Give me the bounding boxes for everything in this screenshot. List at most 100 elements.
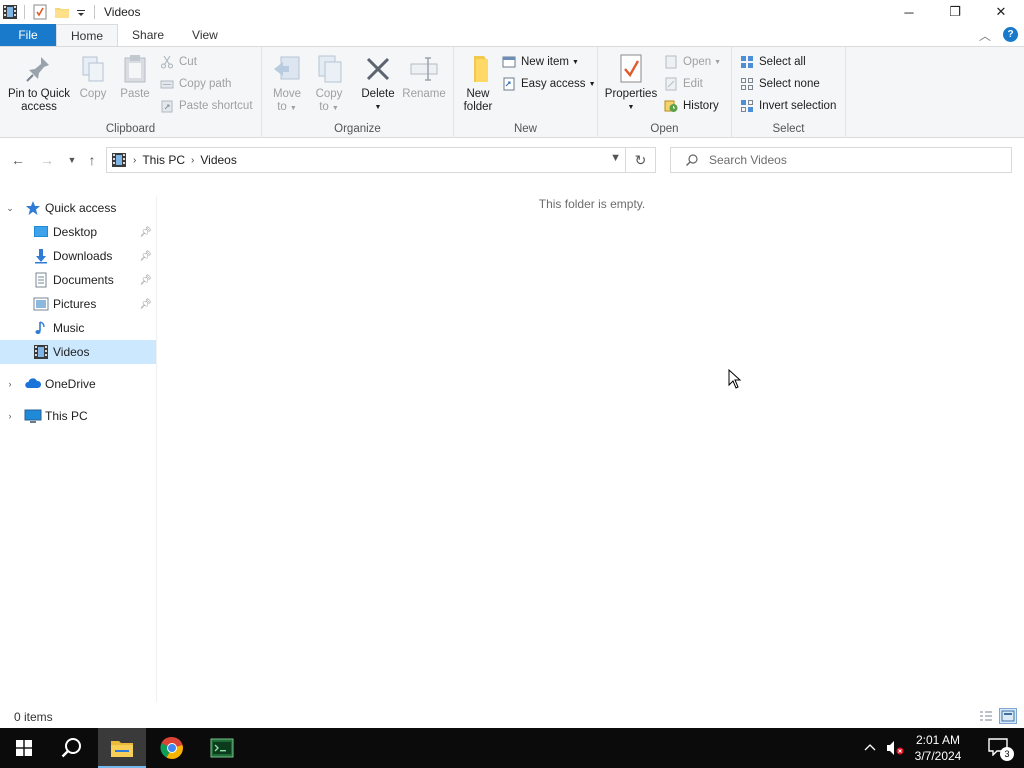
invert-selection-icon xyxy=(740,99,754,113)
easy-access-button[interactable]: Easy access ▼ xyxy=(502,74,596,94)
pin-icon[interactable]: 📌︎ xyxy=(139,251,152,262)
nav-item-desktop[interactable]: Desktop 📌︎ xyxy=(0,220,156,244)
back-button[interactable]: ← xyxy=(8,150,28,170)
close-button[interactable]: ✕ xyxy=(978,0,1024,24)
properties-button[interactable]: Properties ▼ xyxy=(604,53,658,114)
pin-icon[interactable]: 📌︎ xyxy=(139,299,152,310)
breadcrumb-this-pc[interactable]: This PC xyxy=(142,153,185,167)
tab-view[interactable]: View xyxy=(178,24,232,46)
arrow-up-icon: ↑ xyxy=(88,152,96,168)
address-dropdown-icon[interactable]: ▼ xyxy=(610,152,621,164)
tab-file[interactable]: File xyxy=(0,24,56,46)
documents-icon xyxy=(33,272,49,288)
details-view-button[interactable] xyxy=(977,708,995,724)
show-hidden-icons-chevron-icon[interactable] xyxy=(864,740,876,759)
delete-button[interactable]: Delete ▼ xyxy=(358,53,398,114)
nav-onedrive[interactable]: › OneDrive xyxy=(0,372,156,396)
copy-button[interactable]: Copy xyxy=(76,53,110,101)
details-view-icon xyxy=(980,711,992,721)
copy-path-button[interactable]: Copy path xyxy=(160,74,231,94)
paste-shortcut-button[interactable]: Paste shortcut xyxy=(160,96,253,116)
pin-to-quick-access-button[interactable]: Pin to Quick access xyxy=(4,53,74,114)
cut-button[interactable]: Cut xyxy=(160,52,197,72)
recent-locations-button[interactable]: ▼ xyxy=(62,150,82,170)
videos-folder-icon[interactable] xyxy=(2,4,18,20)
nav-item-downloads[interactable]: Downloads 📌︎ xyxy=(0,244,156,268)
new-item-button[interactable]: New item ▼ xyxy=(502,52,579,72)
folder-icon xyxy=(462,53,494,85)
restore-icon: ❐ xyxy=(949,4,961,19)
chevron-down-icon[interactable]: ⌄ xyxy=(4,203,16,214)
copy-to-button[interactable]: Copy to ▼ xyxy=(312,53,346,115)
expand-ribbon-icon[interactable]: ︿ xyxy=(979,27,991,44)
chrome-icon xyxy=(160,736,183,759)
breadcrumb-videos[interactable]: Videos xyxy=(200,153,236,167)
chevron-right-icon[interactable]: › xyxy=(4,411,16,421)
nav-item-label: Music xyxy=(53,321,85,335)
pin-label-1: Pin to Quick xyxy=(8,88,70,100)
start-button[interactable] xyxy=(0,728,48,768)
clock-date: 3/7/2024 xyxy=(914,749,962,763)
taskbar-search-button[interactable] xyxy=(48,728,96,768)
invert-selection-button[interactable]: Invert selection xyxy=(740,96,836,116)
search-icon xyxy=(61,738,81,758)
tab-home[interactable]: Home xyxy=(56,24,119,46)
forward-button[interactable]: → xyxy=(37,150,57,170)
windows-logo-icon xyxy=(16,740,32,756)
history-button[interactable]: History xyxy=(664,96,719,116)
nav-item-videos[interactable]: Videos xyxy=(0,340,156,364)
nav-quick-access[interactable]: ⌄ Quick access xyxy=(0,196,156,220)
move-to-button[interactable]: Move to ▼ xyxy=(270,53,304,115)
select-all-label: Select all xyxy=(759,56,806,68)
title-bar: Videos ─ ❐ ✕ xyxy=(0,0,1024,24)
select-all-button[interactable]: Select all xyxy=(740,52,806,72)
nav-item-music[interactable]: Music xyxy=(0,316,156,340)
edit-button[interactable]: Edit xyxy=(664,74,703,94)
new-folder-button[interactable]: New folder xyxy=(460,53,496,114)
chevron-right-icon[interactable]: › xyxy=(191,155,194,166)
customize-qat-icon[interactable] xyxy=(76,4,86,20)
pin-icon[interactable]: 📌︎ xyxy=(139,275,152,286)
select-none-label: Select none xyxy=(759,78,820,90)
rename-button[interactable]: Rename xyxy=(402,53,446,101)
select-none-button[interactable]: Select none xyxy=(740,74,820,94)
taskbar-file-explorer[interactable] xyxy=(98,728,146,768)
nav-item-documents[interactable]: Documents 📌︎ xyxy=(0,268,156,292)
ribbon: Pin to Quick access Copy Paste Cut Copy … xyxy=(0,46,1024,138)
nav-this-pc[interactable]: › This PC xyxy=(0,404,156,428)
volume-muted-icon[interactable] xyxy=(886,740,904,759)
search-box[interactable] xyxy=(670,147,1012,173)
move-to-icon xyxy=(271,53,303,85)
chevron-right-icon[interactable]: › xyxy=(4,379,16,389)
paste-button[interactable]: Paste xyxy=(116,53,154,101)
paste-label: Paste xyxy=(120,88,150,100)
move-to-label-1: Move xyxy=(272,88,302,100)
help-icon[interactable]: ? xyxy=(1003,27,1018,42)
taskbar-terminal-app[interactable] xyxy=(198,728,246,768)
up-button[interactable]: ↑ xyxy=(82,150,102,170)
tab-share[interactable]: Share xyxy=(118,24,178,46)
clock[interactable]: 2:01 AM 3/7/2024 xyxy=(908,732,968,764)
quick-access-toolbar: Videos xyxy=(0,0,140,24)
chevron-down-icon: ▼ xyxy=(289,105,297,112)
chevron-right-icon[interactable]: › xyxy=(133,155,136,166)
large-icons-view-button[interactable] xyxy=(999,708,1017,724)
new-folder-icon[interactable] xyxy=(54,4,70,20)
refresh-button[interactable]: ↻ xyxy=(625,148,655,172)
search-input[interactable] xyxy=(709,153,989,167)
arrow-left-icon: ← xyxy=(11,152,25,168)
navigation-pane: ⌄ Quick access Desktop 📌︎ Downloads 📌︎ D… xyxy=(0,196,156,702)
properties-check-icon[interactable] xyxy=(32,4,48,20)
nav-item-pictures[interactable]: Pictures 📌︎ xyxy=(0,292,156,316)
minimize-icon: ─ xyxy=(904,4,914,20)
action-center-button[interactable]: 3 xyxy=(988,738,1014,761)
minimize-button[interactable]: ─ xyxy=(886,0,932,24)
edit-icon xyxy=(664,77,678,91)
open-button[interactable]: Open ▼ xyxy=(664,52,721,72)
taskbar-chrome[interactable] xyxy=(148,728,196,768)
address-bar[interactable]: › This PC › Videos ▼ ↻ xyxy=(106,147,656,173)
easy-access-label: Easy access xyxy=(521,78,586,90)
restore-button[interactable]: ❐ xyxy=(932,0,978,24)
pin-icon[interactable]: 📌︎ xyxy=(139,227,152,238)
file-list-area[interactable]: This folder is empty. xyxy=(157,182,1024,702)
